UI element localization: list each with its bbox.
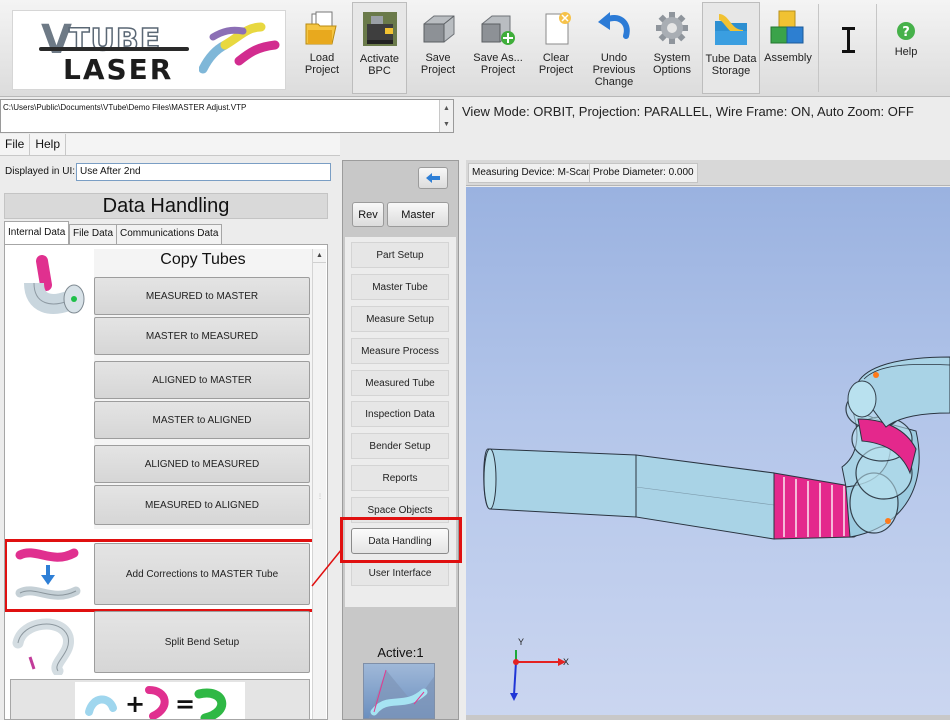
activate-bpc-button[interactable]: Activate BPC (352, 2, 407, 94)
assembly-label: Assembly (764, 52, 812, 64)
panel-scrollbar[interactable]: ▲ ⋮ (312, 249, 326, 719)
save-as-project-label: Save As... Project (473, 52, 523, 76)
copy-tubes-title: Copy Tubes (160, 251, 246, 268)
y-axis-label: Y (518, 637, 525, 647)
scroll-grip-icon[interactable]: ⋮ (317, 493, 323, 500)
save-disk-icon (418, 8, 458, 48)
gear-icon (652, 8, 692, 48)
load-project-label: Load Project (304, 52, 340, 76)
project-path-text: C:\Users\Public\Documents\VTube\Demo Fil… (3, 103, 247, 112)
load-project-button[interactable]: Load Project (294, 2, 350, 94)
nav-master-tube[interactable]: Master Tube (351, 274, 449, 300)
tube-data-storage-label: Tube Data Storage (705, 53, 757, 77)
scroll-down-icon[interactable]: ▼ (440, 116, 453, 132)
split-bend-thumbnail (12, 613, 92, 683)
navigation-panel: Rev Master Part Setup Master Tube Measur… (340, 160, 462, 720)
displayed-in-ui-row: Displayed in UI: Use After 2nd (0, 161, 340, 183)
active-project-thumbnail[interactable] (363, 663, 435, 719)
3d-viewport[interactable]: X Y (466, 187, 950, 720)
scroll-up-icon[interactable]: ▲ (440, 100, 453, 116)
viewport-status-strip (466, 715, 950, 720)
device-info-bar: Measuring Device: M-Scan Probe Diameter:… (466, 160, 950, 186)
toolbar-separator (876, 4, 877, 92)
measured-to-aligned-button[interactable]: MEASURED to ALIGNED (94, 485, 310, 525)
help-icon: ? (886, 20, 926, 42)
clear-document-icon (536, 8, 576, 48)
text-cursor-button[interactable] (820, 2, 876, 94)
master-to-measured-button[interactable]: MASTER to MEASURED (94, 317, 310, 355)
save-project-label: Save Project (420, 52, 456, 76)
probe-diameter-label: Probe Diameter: 0.000 (589, 163, 698, 183)
view-mode-status: View Mode: ORBIT, Projection: PARALLEL, … (462, 104, 914, 119)
svg-text:?: ? (902, 25, 910, 40)
undo-previous-change-button[interactable]: Undo Previous Change (586, 2, 642, 94)
nav-bender-setup[interactable]: Bender Setup (351, 433, 449, 459)
activate-bpc-label: Activate BPC (359, 53, 400, 77)
tab-internal-data[interactable]: Internal Data (4, 221, 70, 245)
menu-bar: File Help (0, 134, 340, 156)
clear-project-label: Clear Project (538, 52, 574, 76)
displayed-in-ui-field[interactable]: Use After 2nd (76, 163, 331, 181)
nav-measure-setup[interactable]: Measure Setup (351, 306, 449, 332)
save-project-button[interactable]: Save Project (410, 2, 466, 94)
svg-text:+: + (125, 690, 145, 718)
toolbar-separator (818, 4, 819, 92)
tab-communications-data[interactable]: Communications Data (116, 224, 223, 244)
vtube-laser-logo: V TUBE LASER (12, 10, 286, 90)
nav-reports[interactable]: Reports (351, 465, 449, 491)
copy-tubes-thumbnail (12, 255, 92, 325)
nav-measured-tube[interactable]: Measured Tube (351, 370, 449, 396)
nav-inspection-data[interactable]: Inspection Data (351, 401, 449, 427)
main-toolbar: V TUBE LASER Load Project Activate BPC S… (0, 0, 950, 97)
aligned-to-master-button[interactable]: ALIGNED to MASTER (94, 361, 310, 399)
tube-folder-icon (711, 9, 751, 49)
tab-file-data[interactable]: File Data (69, 224, 118, 244)
axis-triad-icon (510, 650, 566, 701)
cubes-icon (768, 8, 808, 48)
measured-to-master-button[interactable]: MEASURED to MASTER (94, 277, 310, 315)
menu-help[interactable]: Help (30, 134, 67, 155)
back-arrow-icon (426, 173, 440, 183)
x-axis-label: X (563, 657, 570, 667)
master-button[interactable]: Master (387, 202, 449, 227)
undo-arrow-icon (594, 8, 634, 48)
save-as-icon (478, 8, 518, 48)
back-button[interactable] (418, 167, 448, 189)
path-scrollbar[interactable]: ▲ ▼ (439, 100, 453, 132)
highlight-box (340, 517, 462, 563)
help-button[interactable]: ? Help (878, 2, 934, 94)
merge-tubes-button[interactable]: + = (10, 679, 310, 719)
internal-data-list: Copy Tubes MEASURED to MASTER MASTER to … (4, 244, 328, 720)
project-path-field[interactable]: C:\Users\Public\Documents\VTube\Demo Fil… (0, 99, 454, 133)
clear-project-button[interactable]: Clear Project (528, 2, 584, 94)
help-label: Help (894, 46, 918, 58)
nav-user-interface[interactable]: User Interface (351, 560, 449, 586)
displayed-in-ui-label: Displayed in UI: (5, 166, 76, 177)
system-options-button[interactable]: System Options (644, 2, 700, 94)
active-project-label: Active:1 (377, 645, 424, 660)
aligned-to-measured-button[interactable]: ALIGNED to MEASURED (94, 445, 310, 483)
undo-label: Undo Previous Change (592, 52, 636, 88)
rev-button[interactable]: Rev (352, 202, 384, 227)
menu-file[interactable]: File (0, 134, 31, 155)
text-cursor-icon (828, 20, 868, 60)
panel-title: Data Handling (4, 193, 328, 219)
save-as-project-button[interactable]: Save As... Project (468, 2, 528, 94)
master-to-aligned-button[interactable]: MASTER to ALIGNED (94, 401, 310, 439)
tube-model (483, 356, 950, 701)
nav-part-setup[interactable]: Part Setup (351, 242, 449, 268)
bender-machine-icon (360, 9, 400, 49)
folder-open-icon (302, 8, 342, 48)
assembly-button[interactable]: Assembly (760, 2, 816, 94)
split-bend-setup-button[interactable]: Split Bend Setup (94, 611, 310, 673)
tube-data-storage-button[interactable]: Tube Data Storage (702, 2, 760, 94)
scroll-up-icon[interactable]: ▲ (313, 249, 326, 263)
nav-measure-process[interactable]: Measure Process (351, 338, 449, 364)
highlight-box (5, 539, 319, 612)
svg-text:=: = (175, 690, 195, 718)
system-options-label: System Options (653, 52, 691, 76)
measuring-device-label: Measuring Device: M-Scan (468, 163, 597, 183)
merge-tubes-icon: + = (75, 682, 245, 719)
